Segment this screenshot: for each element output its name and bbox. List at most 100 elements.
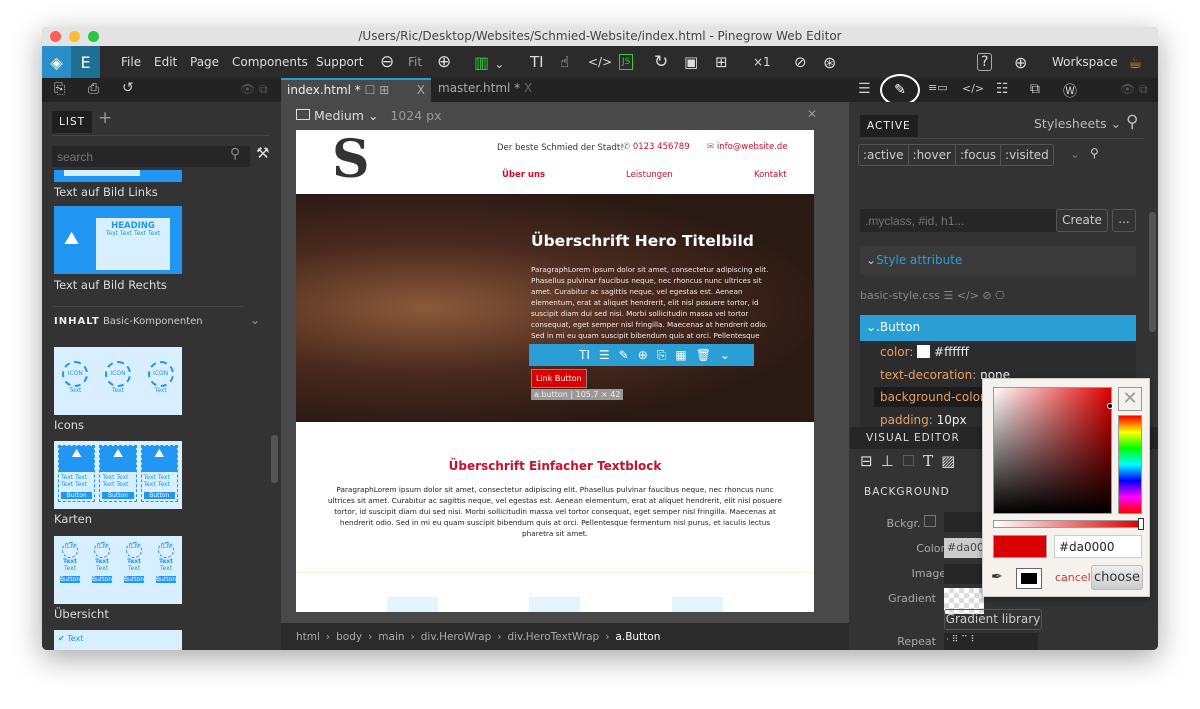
more-button[interactable]: ...	[1112, 209, 1136, 232]
menu-file[interactable]: File	[121, 55, 141, 69]
create-button[interactable]: Create	[1056, 209, 1108, 232]
text-edit-icon[interactable]: TI	[530, 53, 544, 71]
code-icon[interactable]: </>	[588, 55, 612, 69]
breadcrumb-item[interactable]: body	[336, 631, 362, 643]
checkbox[interactable]	[924, 515, 936, 527]
close-canvas-icon[interactable]: ✕	[807, 107, 817, 121]
nav-kontakt[interactable]: Kontakt	[754, 170, 787, 180]
choose-button[interactable]: choose	[1091, 565, 1143, 590]
coffee-cup-icon[interactable]: ☕	[1128, 53, 1142, 72]
tab-view-icon[interactable]: ☐ ⊞	[365, 83, 390, 97]
thumb-icons[interactable]: ICON Text ICON Text ICON Text	[54, 347, 182, 415]
panel-eye-icon[interactable]: 👁 ⧉	[1120, 82, 1148, 97]
undo-icon[interactable]: ↺	[122, 80, 134, 96]
zoom-in-icon[interactable]: ⊕	[437, 52, 451, 72]
maximize-button[interactable]	[88, 31, 99, 42]
gradient-library-button[interactable]: Gradient library	[944, 609, 1042, 630]
layout-icon[interactable]: ⊟	[860, 452, 873, 470]
eyedropper-icon[interactable]: ✒	[991, 569, 1003, 585]
css-file-actions-icon[interactable]: ☰ </> ⊘ ⎔	[943, 289, 1004, 302]
add-icon[interactable]: ⊕	[638, 348, 648, 362]
tab-active[interactable]: ACTIVE	[860, 115, 918, 137]
thumb-uebersicht[interactable]: ICN Text Text Button ICN Text Text Button ICN T…	[54, 536, 182, 604]
chevron-down-icon[interactable]: ⌄	[250, 313, 260, 327]
thumb-karten[interactable]: ⛰ Text Text Text Text Button ⛰ Text Text Te…	[54, 441, 182, 509]
search-icon[interactable]: ⚲	[230, 146, 240, 162]
close-window-button[interactable]	[50, 31, 61, 42]
add-list-icon[interactable]: +	[98, 108, 112, 128]
properties-icon[interactable]: ☰	[858, 81, 871, 97]
hide-icon[interactable]: ⊘	[794, 53, 807, 71]
multiplier[interactable]: ×1	[753, 55, 771, 69]
js-icon[interactable]: JS	[619, 54, 634, 70]
panel-scrollbar[interactable]	[1149, 212, 1156, 332]
code-view-icon[interactable]: </>	[962, 82, 984, 95]
tree-icon[interactable]: ☷	[996, 81, 1009, 97]
prop-value[interactable]: 10px	[937, 413, 967, 427]
text-edit-icon[interactable]: TI	[579, 348, 590, 362]
more-chevron-icon[interactable]: ⌄	[720, 348, 730, 362]
previous-color[interactable]	[1016, 568, 1042, 589]
panel-scrollbar[interactable]	[271, 435, 278, 483]
tab-master[interactable]: master.html * X	[438, 81, 532, 95]
breadcrumb-item[interactable]: div.HeroTextWrap	[507, 631, 599, 643]
refresh-icon[interactable]: ↻	[654, 52, 668, 72]
interact-icon[interactable]: ☝	[560, 53, 569, 71]
thumb-checklist[interactable]: ✔ Text	[54, 630, 182, 650]
import-icon[interactable]: ⎘	[54, 81, 65, 97]
thumb-text-bild-rechts[interactable]: ⛰ HEADING Text Text Text Text	[54, 206, 182, 274]
link-button[interactable]: Link Button	[531, 369, 587, 388]
help-icon[interactable]: ?	[977, 53, 993, 71]
state-focus[interactable]: :focus	[956, 145, 1002, 165]
properties-icon[interactable]: ☰	[599, 348, 610, 362]
style-icon[interactable]: ✎	[619, 348, 629, 362]
chevron-down-icon[interactable]: ⌄	[1070, 147, 1080, 161]
saturation-area[interactable]	[993, 387, 1113, 514]
style-attribute-section[interactable]: ⌄Style attribute	[860, 246, 1136, 275]
breadcrumb-item[interactable]: div.HeroWrap	[421, 631, 492, 643]
workspace-button[interactable]: Workspace	[1052, 55, 1118, 69]
email-link[interactable]: info@website.de	[717, 142, 788, 152]
state-hover[interactable]: :hover	[909, 145, 956, 165]
device-select[interactable]: Medium	[314, 108, 364, 123]
wordpress-icon[interactable]: Ⓦ	[1063, 81, 1077, 101]
nav-ueber-uns[interactable]: Über uns	[502, 170, 545, 180]
delete-icon[interactable]: 🗑	[696, 348, 711, 362]
alpha-slider[interactable]	[993, 518, 1144, 530]
cancel-button[interactable]: cancel	[1055, 571, 1091, 584]
selector-input[interactable]	[860, 209, 1056, 232]
tab-list[interactable]: LIST	[52, 111, 93, 133]
repeat-options[interactable]: · ⠿ ⠉ ⠇	[944, 633, 1038, 650]
menu-edit[interactable]: Edit	[154, 55, 177, 69]
tab-index[interactable]: index.html * ☐ ⊞ X	[281, 78, 431, 102]
insert-icon[interactable]: ⎘	[657, 348, 667, 363]
zoom-search-icon[interactable]: ⊕	[1014, 53, 1027, 72]
actions-icon[interactable]: ≡▭	[928, 81, 948, 94]
close-picker-button[interactable]: ✕	[1118, 387, 1142, 411]
color-input[interactable]: #da00	[944, 538, 984, 558]
grid-icon[interactable]: ▦	[675, 348, 686, 362]
hue-slider[interactable]	[1118, 415, 1142, 514]
pin-icon[interactable]: ⚲	[1090, 146, 1099, 160]
state-active[interactable]: :active	[859, 145, 909, 165]
eye-icon[interactable]: 👁 ⧉	[240, 82, 268, 97]
new-page-icon[interactable]: ⊞	[715, 53, 728, 71]
menu-page[interactable]: Page	[190, 55, 219, 69]
tools-icon[interactable]: ⚒	[256, 144, 269, 162]
rule-button[interactable]: ⌄.Button	[860, 315, 1136, 341]
settings-wheel-icon[interactable]: ⊛	[823, 53, 836, 72]
search-icon[interactable]: ⚲	[1126, 112, 1138, 132]
phone-link[interactable]: 0123 456789	[633, 142, 690, 152]
state-visited[interactable]: :visited	[1001, 145, 1053, 165]
pinegrow-logo-icon[interactable]: ◈	[42, 46, 71, 78]
menu-support[interactable]: Support	[316, 55, 363, 69]
close-tab-icon[interactable]: X	[524, 81, 532, 95]
menu-components[interactable]: Components	[232, 55, 308, 69]
minimize-button[interactable]	[69, 31, 80, 42]
preview-icon[interactable]: ▣	[684, 53, 698, 71]
nav-leistungen[interactable]: Leistungen	[626, 170, 673, 180]
page-preview[interactable]: S Der beste Schmied der Stadt! ✆ 0123 45…	[296, 130, 814, 612]
stylesheets-dropdown[interactable]: Stylesheets ⌄	[1034, 116, 1121, 131]
library-icon[interactable]: ⧉	[1030, 81, 1040, 97]
color-swatch[interactable]	[917, 345, 931, 358]
